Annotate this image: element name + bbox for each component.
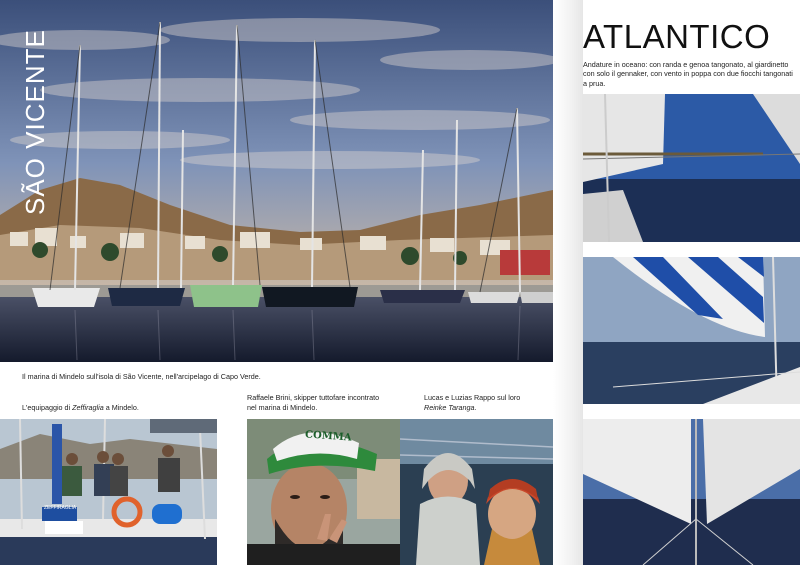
marina-caption: Il marina di Mindelo sull'isola di São V… <box>22 372 261 381</box>
gennaker-photo <box>583 257 800 404</box>
crew-caption: L'equipaggio di Zeffiraglia a Mindelo. <box>22 403 232 413</box>
skipper-caption: Raffaele Brini, skipper tuttofare incont… <box>247 393 380 412</box>
marina-photo: SÃO VICENTE <box>0 0 553 362</box>
crew-caption-prefix: L'equipaggio di <box>22 403 73 412</box>
skipper-photo: COMMA <box>247 419 400 565</box>
boat-name-banner: ZEFFIRAGLIA <box>44 505 77 511</box>
genoa-sail-photo <box>583 94 800 242</box>
page-gutter <box>553 0 583 565</box>
crew-photo: ZEFFIRAGLIA <box>0 419 217 565</box>
couple-caption-prefix: Lucas e Luzias Rappo sul loro <box>424 393 521 402</box>
crew-boat-name: Zeffiraglia <box>72 403 104 412</box>
couple-photo <box>400 419 553 565</box>
couple-boat-name: Reinke Taranga <box>424 402 475 412</box>
island-vertical-title: SÃO VICENTE <box>20 29 50 215</box>
page-title: ATLANTICO <box>583 18 771 55</box>
couple-caption-suffix: . <box>474 402 477 412</box>
twin-jibs-photo <box>583 419 800 565</box>
crew-caption-suffix: a Mindelo. <box>103 403 139 412</box>
couple-caption: Lucas e Luzias Rappo sul loro Reinke Tar… <box>424 393 544 412</box>
intro-text: Andature in oceano: con randa e genoa ta… <box>583 60 793 88</box>
